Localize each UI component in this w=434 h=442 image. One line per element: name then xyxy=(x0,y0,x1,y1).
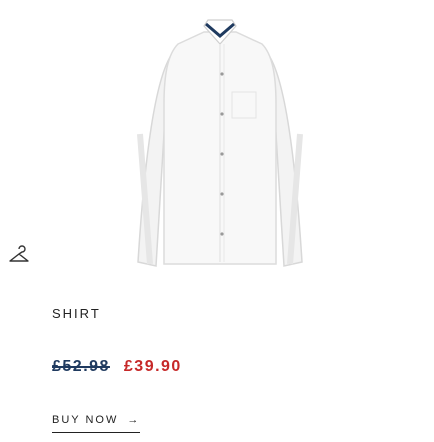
product-card: SHIRT £52.98 £39.90 BUY NOW → xyxy=(0,0,434,442)
price-row: £52.98 £39.90 xyxy=(52,358,182,376)
hanger-icon[interactable] xyxy=(8,245,30,267)
arrow-right-icon: → xyxy=(127,414,141,426)
buy-now-button[interactable]: BUY NOW → xyxy=(52,414,141,433)
sale-price: £39.90 xyxy=(123,358,182,375)
old-price: £52.98 xyxy=(52,358,110,375)
product-name: SHIRT xyxy=(52,306,101,321)
buy-now-label: BUY NOW xyxy=(52,414,119,426)
shirt-product-image[interactable] xyxy=(120,14,320,276)
